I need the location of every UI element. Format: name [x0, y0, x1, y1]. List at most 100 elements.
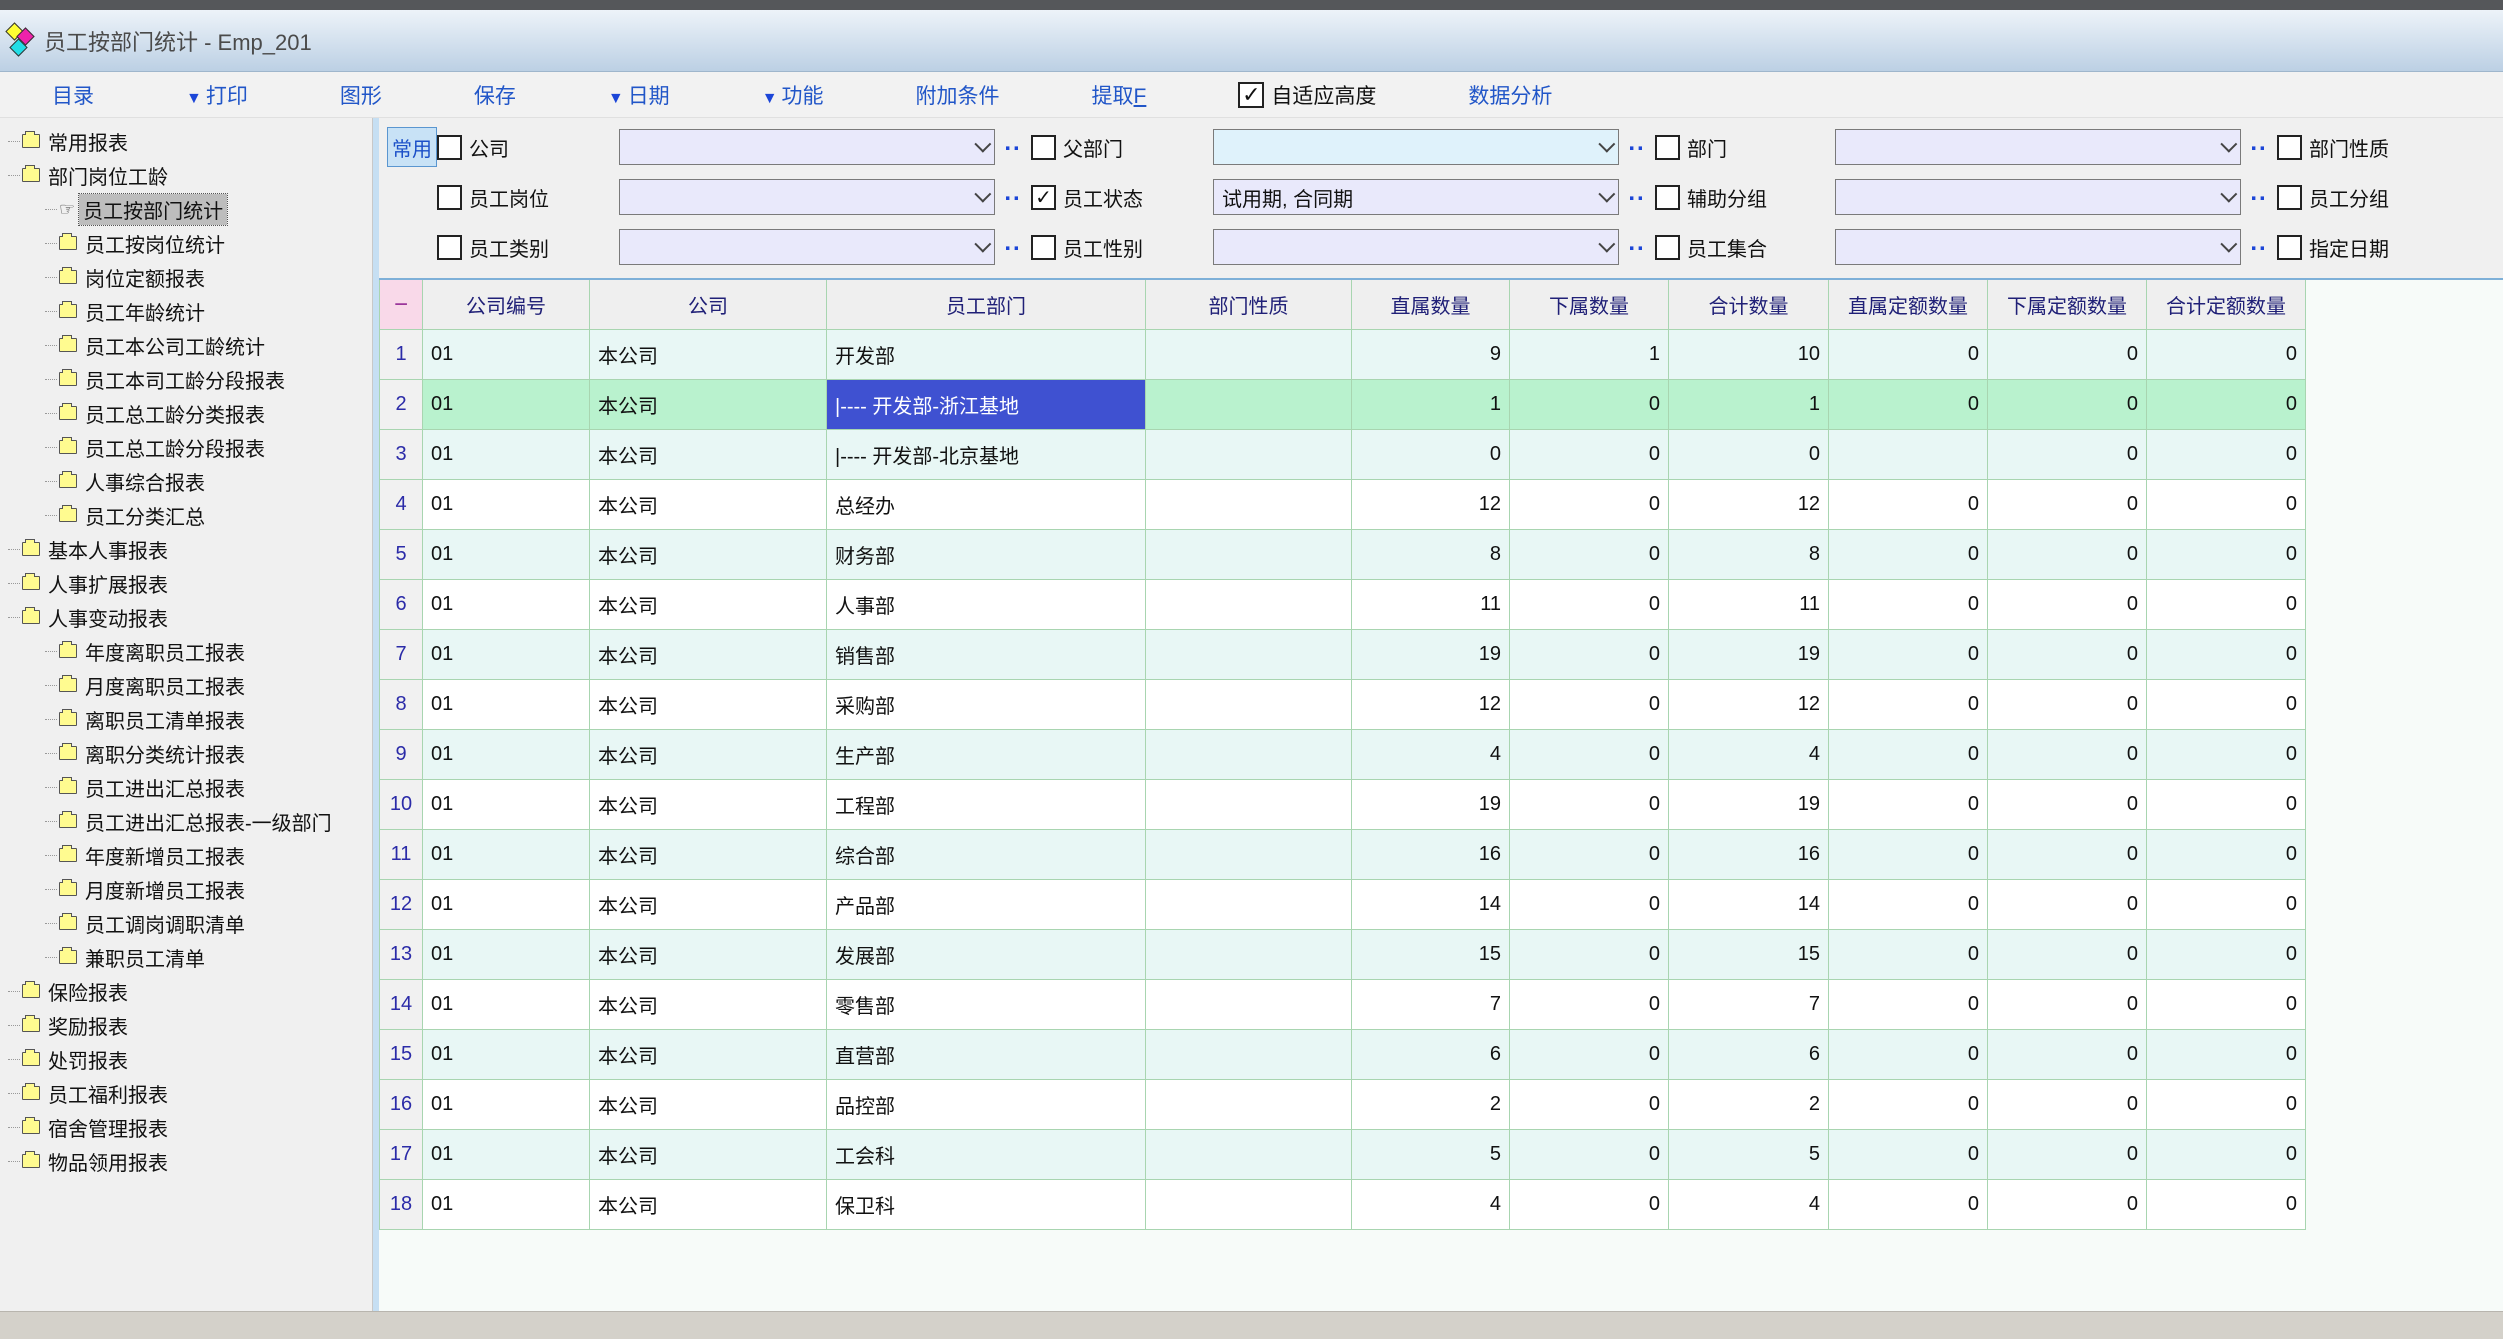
tree-item-10[interactable]: 员工总工龄分段报表: [0, 430, 372, 464]
ellipsis-picker-label[interactable]: ..: [1619, 179, 1655, 215]
table-cell[interactable]: 01: [423, 330, 590, 380]
table-cell[interactable]: [1146, 1030, 1352, 1080]
table-cell[interactable]: 本公司: [590, 680, 827, 730]
menu-item-8[interactable]: 提取F: [1092, 80, 1147, 110]
table-cell[interactable]: 01: [423, 1130, 590, 1180]
table-cell[interactable]: |---- 开发部-北京基地: [827, 430, 1146, 480]
table-cell[interactable]: 0: [2147, 1080, 2306, 1130]
column-header[interactable]: 合计定额数量: [2147, 280, 2306, 330]
table-cell[interactable]: 0: [1988, 1180, 2147, 1230]
filter-checkbox[interactable]: [1655, 235, 1680, 260]
tree-item-4[interactable]: 员工按岗位统计: [0, 226, 372, 260]
table-cell[interactable]: 0: [1829, 330, 1988, 380]
table-cell[interactable]: 开发部: [827, 330, 1146, 380]
tree-item-23[interactable]: 月度新增员工报表: [0, 872, 372, 906]
table-cell[interactable]: 11: [1669, 580, 1829, 630]
tree-item-29[interactable]: 员工福利报表: [0, 1076, 372, 1110]
table-cell[interactable]: 保卫科: [827, 1180, 1146, 1230]
table-cell[interactable]: 0: [2147, 480, 2306, 530]
table-cell[interactable]: [1146, 480, 1352, 530]
filter-checkbox[interactable]: [1031, 135, 1056, 160]
row-number[interactable]: 16: [379, 1080, 423, 1130]
table-cell[interactable]: 0: [2147, 930, 2306, 980]
table-cell[interactable]: 10: [1669, 330, 1829, 380]
table-cell[interactable]: 6: [1669, 1030, 1829, 1080]
table-cell[interactable]: 0: [1829, 880, 1988, 930]
table-cell[interactable]: 0: [1510, 780, 1669, 830]
table-cell[interactable]: 15: [1669, 930, 1829, 980]
table-cell[interactable]: 01: [423, 930, 590, 980]
common-filter-tab-button[interactable]: 常用: [387, 127, 437, 167]
row-number[interactable]: 2: [379, 380, 423, 430]
table-cell[interactable]: 0: [2147, 1030, 2306, 1080]
tree-item-15[interactable]: 人事变动报表: [0, 600, 372, 634]
table-cell[interactable]: 0: [1510, 530, 1669, 580]
table-cell[interactable]: 01: [423, 1030, 590, 1080]
filter-dropdown[interactable]: [619, 129, 995, 165]
menu-item-9[interactable]: 数据分析: [1468, 80, 1552, 110]
table-cell[interactable]: 9: [1352, 330, 1510, 380]
table-cell[interactable]: 采购部: [827, 680, 1146, 730]
filter-dropdown[interactable]: [1835, 179, 2241, 215]
table-cell[interactable]: 0: [1510, 930, 1669, 980]
table-cell[interactable]: 0: [2147, 630, 2306, 680]
table-cell[interactable]: 0: [1988, 530, 2147, 580]
ellipsis-picker-label[interactable]: ..: [995, 129, 1031, 165]
table-cell[interactable]: 0: [2147, 780, 2306, 830]
table-cell[interactable]: 生产部: [827, 730, 1146, 780]
table-cell[interactable]: 财务部: [827, 530, 1146, 580]
table-cell[interactable]: 0: [1829, 580, 1988, 630]
table-cell[interactable]: 0: [1988, 580, 2147, 630]
column-header[interactable]: 直属数量: [1352, 280, 1510, 330]
table-cell[interactable]: 本公司: [590, 380, 827, 430]
menu-item-3[interactable]: 图形: [340, 80, 382, 110]
table-cell[interactable]: 11: [1352, 580, 1510, 630]
table-cell[interactable]: 1: [1669, 380, 1829, 430]
table-cell[interactable]: 本公司: [590, 1130, 827, 1180]
table-cell[interactable]: 工会科: [827, 1130, 1146, 1180]
table-cell[interactable]: 4: [1352, 1180, 1510, 1230]
table-cell[interactable]: 6: [1352, 1030, 1510, 1080]
row-number[interactable]: 10: [379, 780, 423, 830]
table-cell[interactable]: [1146, 1130, 1352, 1180]
tree-item-1[interactable]: 常用报表: [0, 124, 372, 158]
ellipsis-picker-label[interactable]: ..: [2241, 129, 2277, 165]
tree-item-27[interactable]: 奖励报表: [0, 1008, 372, 1042]
table-cell[interactable]: 1: [1510, 330, 1669, 380]
table-cell[interactable]: [1146, 780, 1352, 830]
table-cell[interactable]: 0: [2147, 680, 2306, 730]
table-cell[interactable]: 工程部: [827, 780, 1146, 830]
table-cell[interactable]: 本公司: [590, 980, 827, 1030]
table-cell[interactable]: [1146, 1180, 1352, 1230]
table-cell[interactable]: 4: [1669, 730, 1829, 780]
tree-item-28[interactable]: 处罚报表: [0, 1042, 372, 1076]
table-cell[interactable]: 直营部: [827, 1030, 1146, 1080]
tree-item-24[interactable]: 员工调岗调职清单: [0, 906, 372, 940]
table-cell[interactable]: [1146, 1080, 1352, 1130]
column-header[interactable]: 员工部门: [827, 280, 1146, 330]
table-cell[interactable]: 0: [1510, 380, 1669, 430]
tree-item-5[interactable]: 岗位定额报表: [0, 260, 372, 294]
table-cell[interactable]: [1146, 680, 1352, 730]
table-cell[interactable]: 01: [423, 780, 590, 830]
filter-dropdown[interactable]: [619, 229, 995, 265]
ellipsis-picker-label[interactable]: ..: [995, 229, 1031, 265]
table-cell[interactable]: 15: [1352, 930, 1510, 980]
table-cell[interactable]: 本公司: [590, 730, 827, 780]
table-cell[interactable]: 0: [1510, 1130, 1669, 1180]
row-number[interactable]: 13: [379, 930, 423, 980]
table-cell[interactable]: 本公司: [590, 780, 827, 830]
ellipsis-picker-label[interactable]: ..: [2241, 179, 2277, 215]
table-cell[interactable]: [1146, 380, 1352, 430]
table-cell[interactable]: 0: [1988, 880, 2147, 930]
row-number[interactable]: 11: [379, 830, 423, 880]
collapse-all-header[interactable]: −: [379, 280, 423, 330]
table-cell[interactable]: [1146, 330, 1352, 380]
ellipsis-picker-label[interactable]: ..: [1619, 129, 1655, 165]
table-cell[interactable]: 本公司: [590, 930, 827, 980]
filter-dropdown[interactable]: [1213, 229, 1619, 265]
filter-dropdown[interactable]: [1835, 229, 2241, 265]
table-cell[interactable]: 01: [423, 630, 590, 680]
table-cell[interactable]: 16: [1352, 830, 1510, 880]
table-cell[interactable]: 4: [1669, 1180, 1829, 1230]
